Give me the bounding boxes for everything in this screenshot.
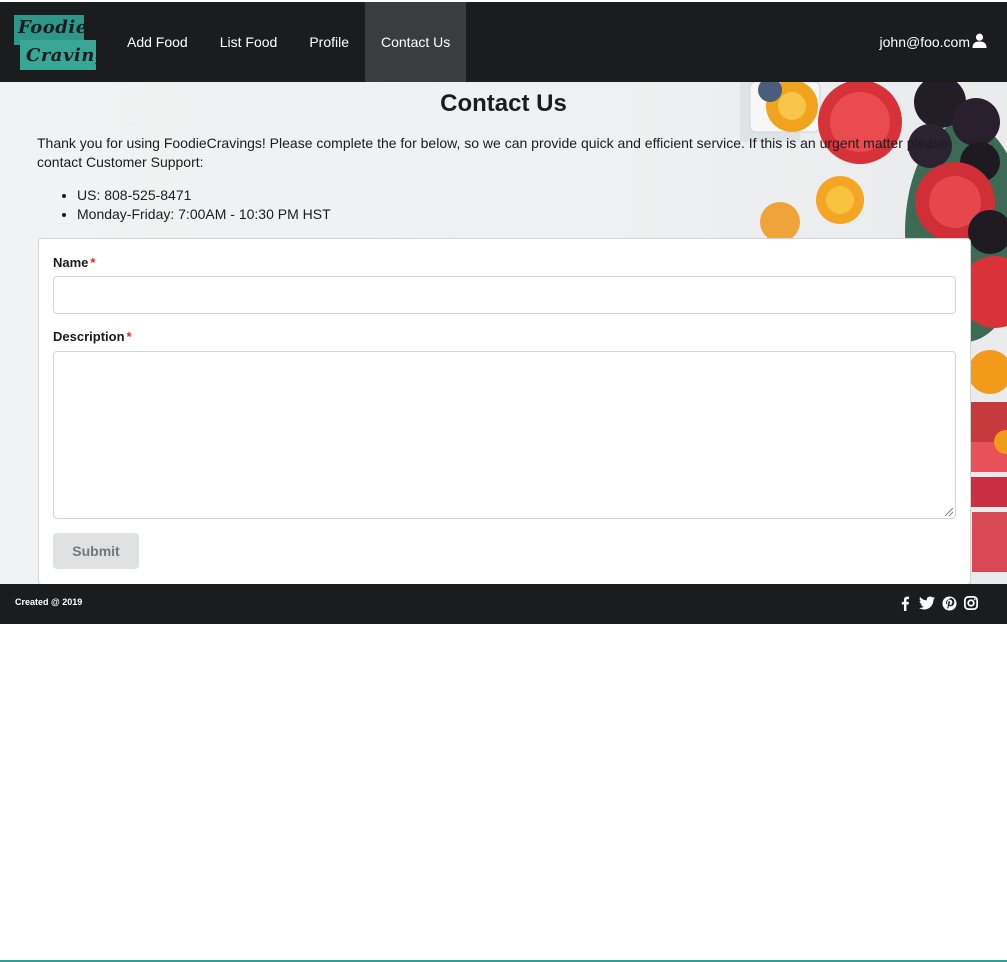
contact-info-list: US: 808-525-8471 Monday-Friday: 7:00AM -… bbox=[37, 186, 331, 224]
description-textarea[interactable] bbox=[53, 351, 956, 519]
footer-created: Created @ 2019 bbox=[15, 597, 83, 607]
facebook-icon[interactable] bbox=[897, 595, 913, 611]
social-links bbox=[897, 595, 979, 611]
nav-menu: Add Food List Food Profile Contact Us bbox=[111, 2, 467, 82]
footer: Created @ 2019 bbox=[0, 584, 1007, 624]
contact-form: Name * Description * Submit bbox=[38, 238, 971, 585]
logo-word-1: Foodie bbox=[18, 17, 88, 38]
instagram-icon[interactable] bbox=[963, 595, 979, 611]
nav-profile[interactable]: Profile bbox=[293, 2, 365, 82]
contact-phone: US: 808-525-8471 bbox=[77, 186, 331, 205]
user-menu[interactable]: john@foo.com bbox=[880, 2, 1007, 82]
nav-add-food[interactable]: Add Food bbox=[111, 2, 204, 82]
resize-handle[interactable] bbox=[945, 508, 953, 516]
contact-hours: Monday-Friday: 7:00AM - 10:30 PM HST bbox=[77, 205, 331, 224]
brand-logo[interactable]: Foodie Cravings bbox=[0, 2, 118, 82]
submit-button[interactable]: Submit bbox=[53, 533, 139, 569]
user-icon bbox=[972, 33, 987, 51]
description-label-text: Description bbox=[53, 329, 125, 344]
required-mark: * bbox=[90, 255, 96, 270]
user-email: john@foo.com bbox=[879, 34, 970, 50]
name-label-text: Name bbox=[53, 255, 89, 270]
logo-word-2: Cravings bbox=[26, 45, 119, 66]
intro-text: Thank you for using FoodieCravings! Plea… bbox=[37, 135, 949, 170]
description-label: Description * bbox=[53, 329, 132, 344]
required-mark: * bbox=[126, 329, 132, 344]
pinterest-icon[interactable] bbox=[941, 595, 957, 611]
nav-contact-us[interactable]: Contact Us bbox=[365, 2, 467, 82]
top-navbar: Foodie Cravings Add Food List Food Profi… bbox=[0, 2, 1007, 82]
nav-list-food[interactable]: List Food bbox=[204, 2, 294, 82]
name-label: Name * bbox=[53, 255, 95, 270]
name-input[interactable] bbox=[53, 276, 956, 314]
twitter-icon[interactable] bbox=[919, 595, 935, 611]
page-title: Contact Us bbox=[440, 90, 567, 117]
